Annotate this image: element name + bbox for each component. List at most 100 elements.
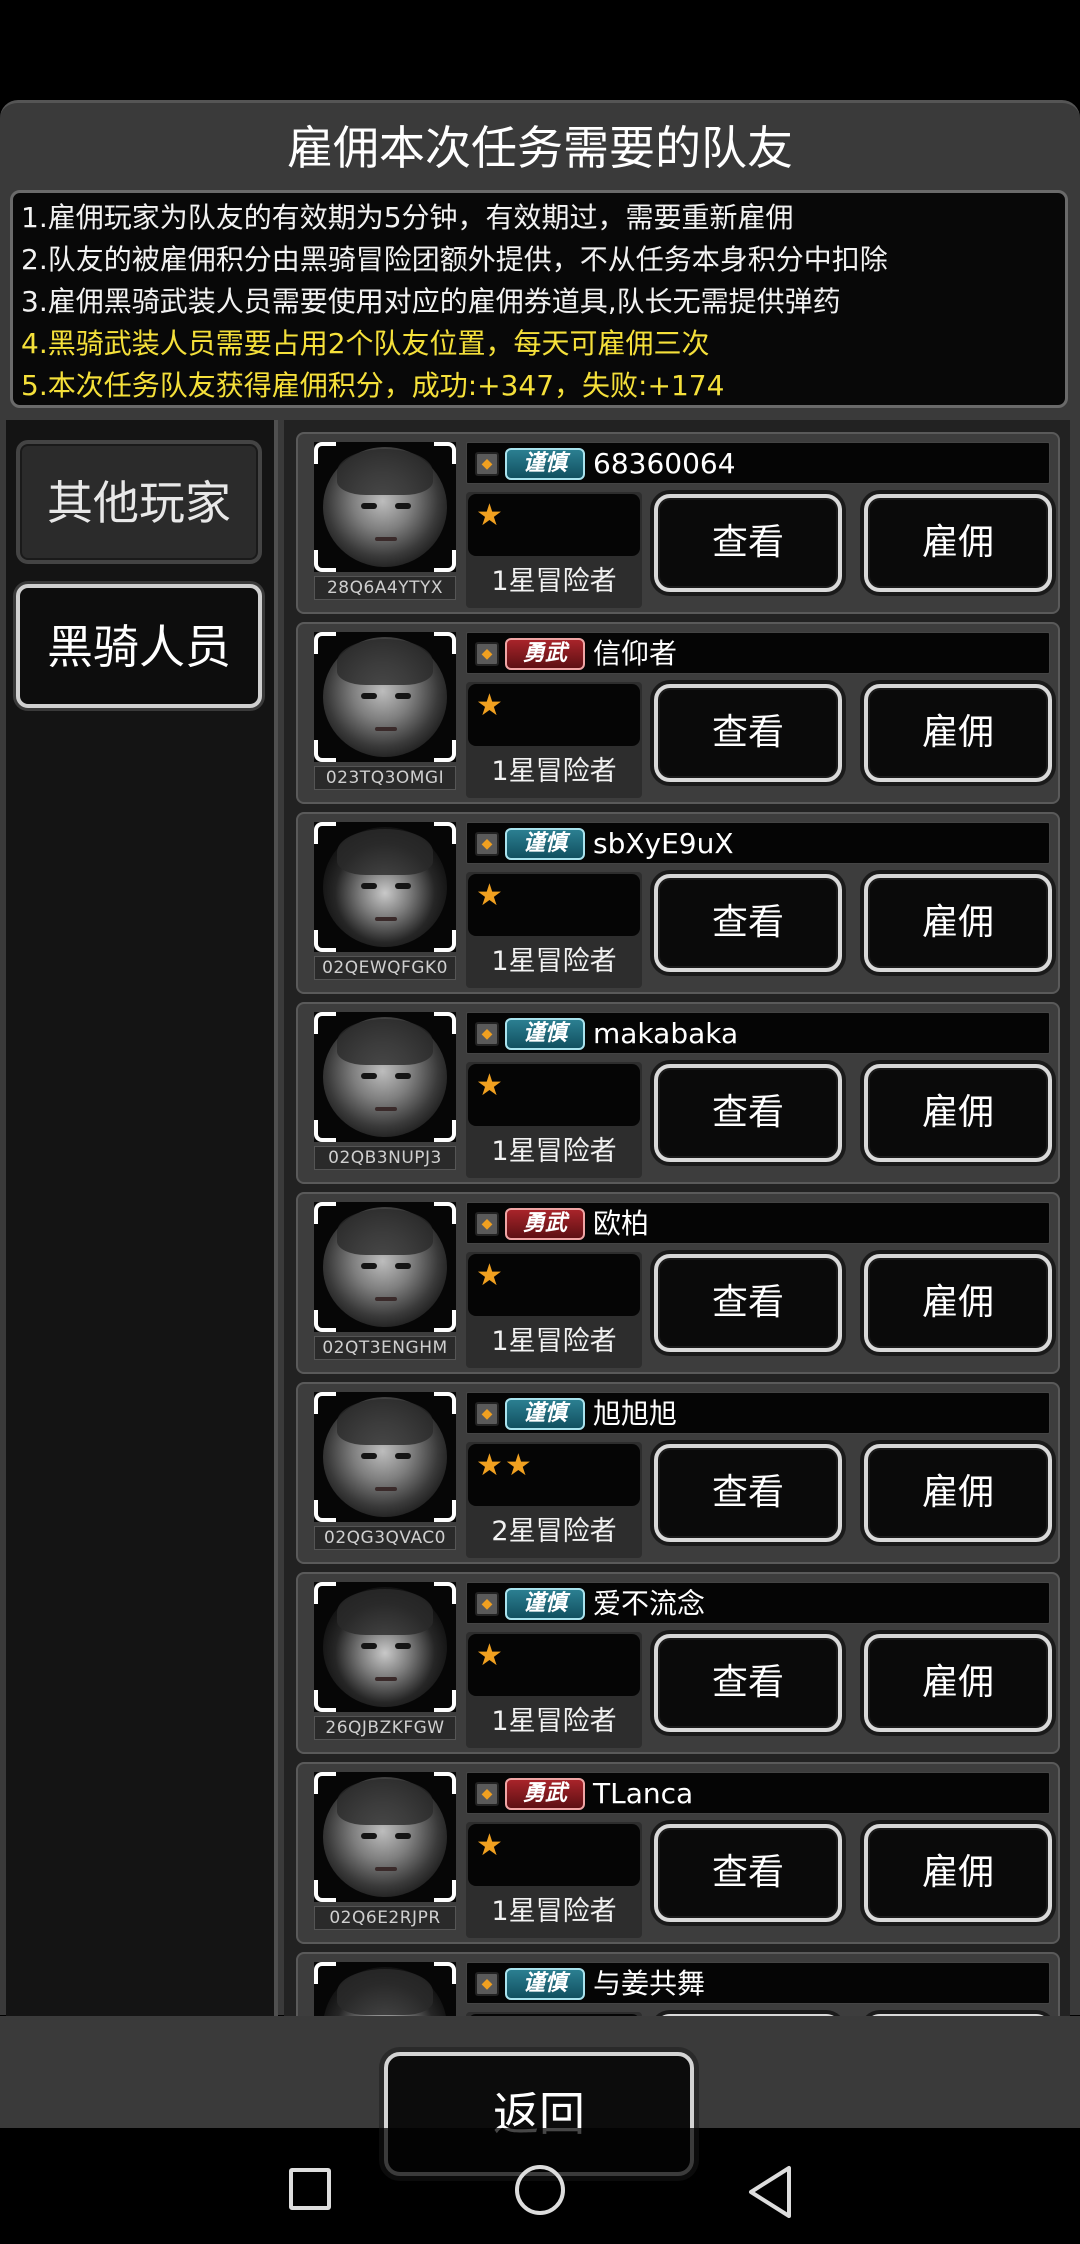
style-badge: 勇武 — [505, 1778, 585, 1810]
rank-label: 1星冒险者 — [491, 1896, 617, 1927]
view-button[interactable]: 查看 — [654, 684, 842, 782]
portrait-image — [323, 447, 447, 567]
star-icons: ★ — [476, 1258, 505, 1293]
hire-button[interactable]: 雇佣 — [864, 1064, 1052, 1162]
rules-notice: 1.雇佣玩家为队友的有效期为5分钟，有效期过，需要重新雇佣 2.队友的被雇佣积分… — [10, 190, 1068, 408]
player-name: 信仰者 — [593, 637, 678, 670]
style-badge: 谨慎 — [505, 828, 585, 860]
avatar[interactable] — [314, 1962, 456, 2016]
level-arrow-icon: ◆ — [475, 1782, 499, 1806]
name-bar: ◆ 谨慎 68360064 — [466, 442, 1050, 484]
style-badge: 谨慎 — [505, 448, 585, 480]
avatar[interactable] — [314, 1392, 456, 1522]
player-row: 023TQ3OMGI ◆ 勇武 信仰者 ★ 1星冒险者 查看 雇佣 — [296, 622, 1060, 804]
rank-label: 1星冒险者 — [491, 566, 617, 597]
notice-line-4: 4.黑骑武装人员需要占用2个队友位置，每天可雇佣三次 — [21, 327, 710, 360]
player-name: makabaka — [593, 1017, 739, 1050]
rank-label: 1星冒险者 — [491, 756, 617, 787]
portrait-image — [323, 1207, 447, 1327]
hire-button[interactable]: 雇佣 — [864, 1444, 1052, 1542]
avatar[interactable] — [314, 632, 456, 762]
style-badge: 谨慎 — [505, 1018, 585, 1050]
back-triangle-icon[interactable] — [745, 2164, 795, 2220]
rank-label: 1星冒险者 — [491, 1706, 617, 1737]
level-arrow-icon: ◆ — [475, 452, 499, 476]
player-row: 28Q6A4YTYX ◆ 谨慎 68360064 ★ 1星冒险者 查看 雇佣 — [296, 432, 1060, 614]
player-row: 02QB3NUPJ3 ◆ 谨慎 makabaka ★ 1星冒险者 查看 雇佣 — [296, 1002, 1060, 1184]
player-row: ◆ 谨慎 与姜共舞 ★ 查看 雇佣 — [296, 1952, 1060, 2016]
portrait-image — [323, 637, 447, 757]
style-badge: 勇武 — [505, 638, 585, 670]
player-id: 26QJBZKFGW — [314, 1716, 456, 1740]
star-icons: ★ — [476, 878, 505, 913]
view-button[interactable]: 查看 — [654, 494, 842, 592]
hire-button[interactable]: 雇佣 — [864, 684, 1052, 782]
player-id: 02QT3ENGHM — [314, 1336, 456, 1360]
player-list[interactable]: 28Q6A4YTYX ◆ 谨慎 68360064 ★ 1星冒险者 查看 雇佣 0… — [284, 420, 1070, 2016]
player-id: 02QG3QVAC0 — [314, 1526, 456, 1550]
rank-box: ★ 1星冒险者 — [466, 1062, 642, 1178]
star-icons: ★ — [476, 1638, 505, 1673]
player-id: 02QEWQFGK0 — [314, 956, 456, 980]
name-bar: ◆ 谨慎 爱不流念 — [466, 1582, 1050, 1624]
player-name: 爱不流念 — [593, 1587, 706, 1620]
recent-apps-icon[interactable] — [289, 2168, 331, 2210]
view-button[interactable]: 查看 — [654, 1634, 842, 1732]
rank-label: 1星冒险者 — [491, 946, 617, 977]
player-row: 02QT3ENGHM ◆ 勇武 欧柏 ★ 1星冒险者 查看 雇佣 — [296, 1192, 1060, 1374]
rank-box: ★ 1星冒险者 — [466, 1822, 642, 1938]
notice-line-1: 1.雇佣玩家为队友的有效期为5分钟，有效期过，需要重新雇佣 — [21, 201, 794, 234]
home-icon[interactable] — [515, 2165, 565, 2215]
view-button[interactable]: 查看 — [654, 1064, 842, 1162]
tab-other-players[interactable]: 其他玩家 — [16, 440, 262, 564]
notice-line-5: 5.本次任务队友获得雇佣积分，成功:+347，失败:+174 — [21, 369, 725, 402]
hire-button[interactable]: 雇佣 — [864, 1634, 1052, 1732]
notice-line-3: 3.雇佣黑骑武装人员需要使用对应的雇佣券道具,队长无需提供弹药 — [21, 285, 841, 318]
portrait-image — [323, 827, 447, 947]
avatar[interactable] — [314, 442, 456, 572]
level-arrow-icon: ◆ — [475, 832, 499, 856]
rank-box: ★ 1星冒险者 — [466, 872, 642, 988]
star-icons: ★ — [476, 688, 505, 723]
hire-button[interactable]: 雇佣 — [864, 494, 1052, 592]
style-badge: 勇武 — [505, 1208, 585, 1240]
avatar[interactable] — [314, 1012, 456, 1142]
view-button[interactable]: 查看 — [654, 1444, 842, 1542]
notice-line-2: 2.队友的被雇佣积分由黑骑冒险团额外提供，不从任务本身积分中扣除 — [21, 243, 888, 276]
view-button[interactable]: 查看 — [654, 1824, 842, 1922]
name-bar: ◆ 勇武 TLanca — [466, 1772, 1050, 1814]
portrait-image — [323, 1587, 447, 1707]
avatar[interactable] — [314, 1202, 456, 1332]
player-id: 02QB3NUPJ3 — [314, 1146, 456, 1170]
style-badge: 谨慎 — [505, 1968, 585, 2000]
level-arrow-icon: ◆ — [475, 642, 499, 666]
tab-black-knight-staff[interactable]: 黑骑人员 — [16, 584, 262, 708]
star-icons: ★ — [476, 498, 505, 533]
star-icons: ★ — [476, 1828, 505, 1863]
portrait-image — [323, 1777, 447, 1897]
player-name: TLanca — [593, 1777, 694, 1810]
avatar[interactable] — [314, 1582, 456, 1712]
star-icons: ★★ — [476, 1448, 534, 1483]
hire-button[interactable]: 雇佣 — [864, 874, 1052, 972]
avatar[interactable] — [314, 1772, 456, 1902]
player-row: 02QG3QVAC0 ◆ 谨慎 旭旭旭 ★★ 2星冒险者 查看 雇佣 — [296, 1382, 1060, 1564]
level-arrow-icon: ◆ — [475, 1972, 499, 1996]
rank-box: ★ 1星冒险者 — [466, 1252, 642, 1368]
view-button[interactable]: 查看 — [654, 874, 842, 972]
level-arrow-icon: ◆ — [475, 1022, 499, 1046]
avatar[interactable] — [314, 822, 456, 952]
view-button[interactable]: 查看 — [654, 1254, 842, 1352]
portrait-image — [323, 1967, 447, 2016]
name-bar: ◆ 谨慎 与姜共舞 — [466, 1962, 1050, 2004]
rank-label: 1星冒险者 — [491, 1326, 617, 1357]
hire-button[interactable]: 雇佣 — [864, 1824, 1052, 1922]
style-badge: 谨慎 — [505, 1588, 585, 1620]
rank-box: ★★ 2星冒险者 — [466, 1442, 642, 1558]
player-name: sbXyE9uX — [593, 827, 734, 860]
player-name: 与姜共舞 — [593, 1967, 706, 2000]
player-name: 旭旭旭 — [593, 1397, 678, 1430]
hire-button[interactable]: 雇佣 — [864, 1254, 1052, 1352]
style-badge: 谨慎 — [505, 1398, 585, 1430]
rank-label: 2星冒险者 — [491, 1516, 617, 1547]
